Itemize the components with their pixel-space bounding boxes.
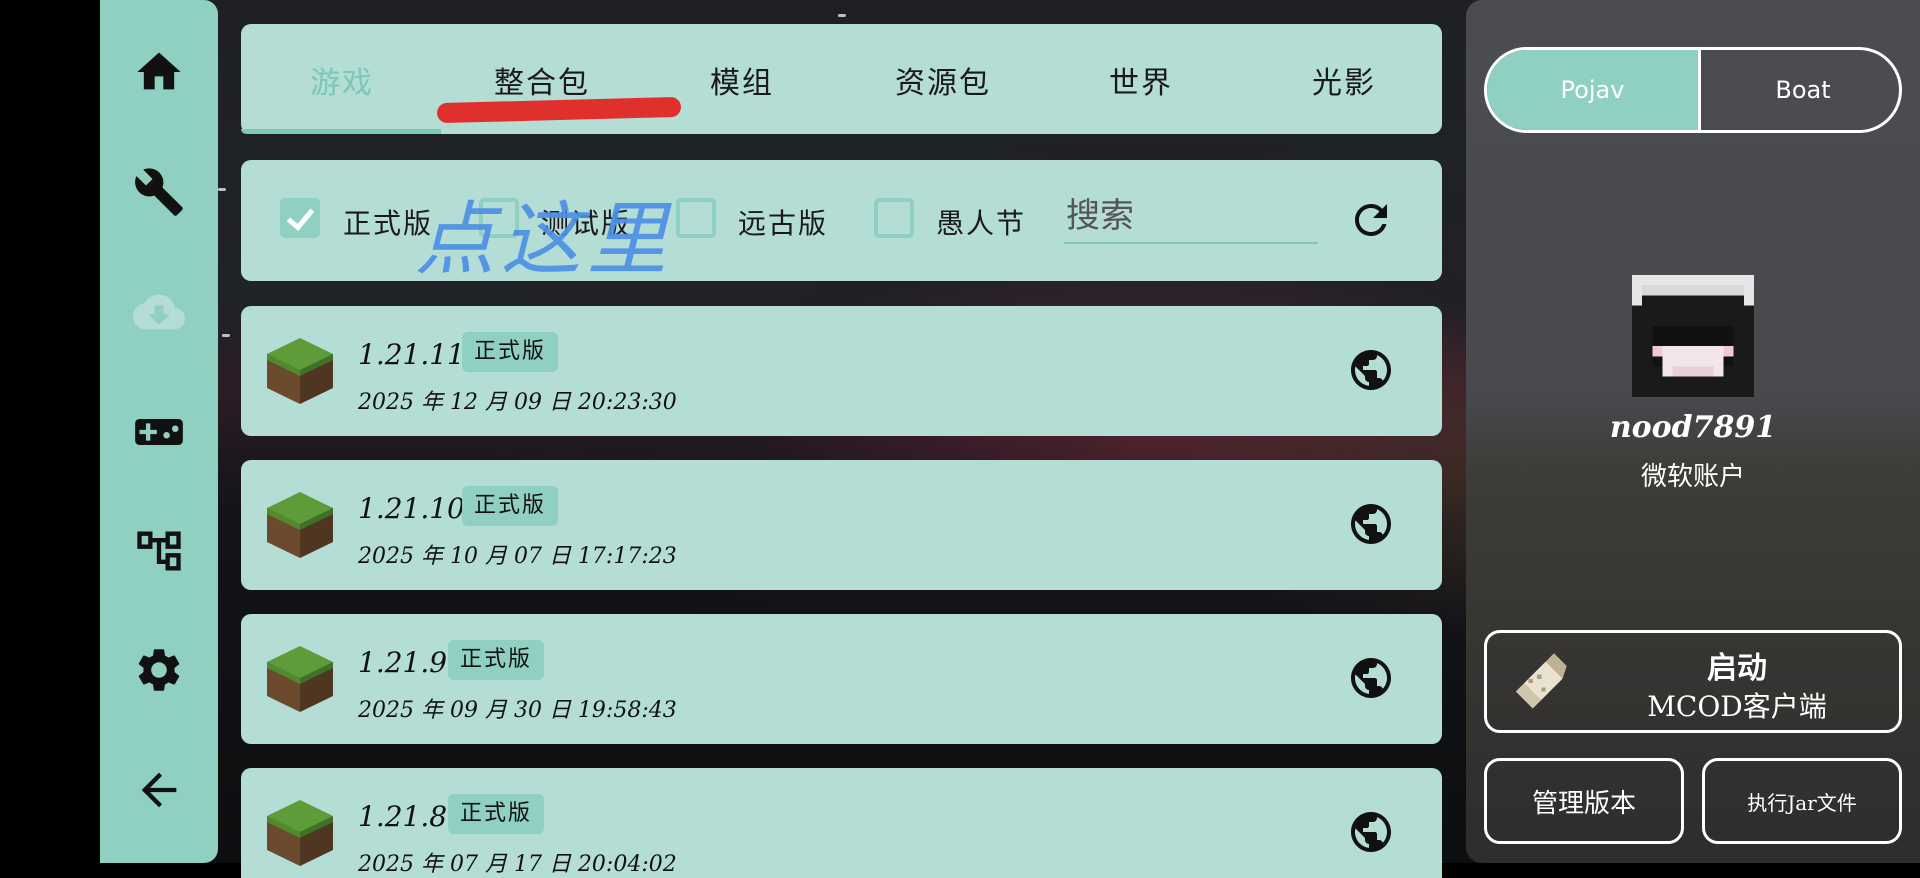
launch-button[interactable]: 启动 MCOD客户端 bbox=[1484, 630, 1902, 733]
release-date: 2025 年 09 月 30 日 19:58:43 bbox=[358, 698, 677, 723]
version-row[interactable]: 1.21.10 正式版 2025 年 10 月 07 日 17:17:23 bbox=[241, 460, 1442, 590]
tab-mods[interactable]: 模组 bbox=[710, 58, 774, 102]
snow-particle bbox=[218, 188, 226, 191]
globe-icon[interactable] bbox=[1347, 500, 1395, 548]
screen-edge bbox=[0, 0, 100, 863]
sidebar-item-home[interactable] bbox=[100, 32, 218, 112]
globe-icon[interactable] bbox=[1347, 346, 1395, 394]
globe-icon[interactable] bbox=[1347, 654, 1395, 702]
pojav-option[interactable]: Pojav bbox=[1487, 50, 1698, 130]
snapshot-checkbox[interactable] bbox=[479, 198, 519, 238]
cloud-download-icon bbox=[133, 294, 185, 330]
version-row[interactable]: 1.21.9 正式版 2025 年 09 月 30 日 19:58:43 bbox=[241, 614, 1442, 744]
avatar[interactable] bbox=[1632, 275, 1754, 397]
gamepad-icon bbox=[135, 419, 183, 445]
account-panel: Pojav Boat nood7891 微软账户 启动 MCOD客户端 管理版本… bbox=[1466, 0, 1920, 863]
run-jar-label: 执行Jar文件 bbox=[1747, 790, 1857, 815]
launch-title: 启动 bbox=[1707, 651, 1767, 686]
manage-versions-label: 管理版本 bbox=[1531, 788, 1636, 819]
manage-versions-button[interactable]: 管理版本 bbox=[1484, 758, 1684, 844]
grass-block-icon bbox=[267, 338, 333, 404]
username: nood7891 bbox=[1609, 410, 1777, 445]
boat-option[interactable]: Boat bbox=[1698, 50, 1899, 130]
april-fools-label: 愚人节 bbox=[936, 207, 1027, 240]
release-badge: 正式版 bbox=[448, 794, 545, 834]
release-badge: 正式版 bbox=[448, 640, 545, 680]
tab-games[interactable]: 游戏 bbox=[310, 58, 374, 102]
release-date: 2025 年 07 月 17 日 20:04:02 bbox=[358, 852, 677, 877]
version-name: 1.21.10 bbox=[358, 492, 465, 525]
version-row[interactable]: 1.21.11 正式版 2025 年 12 月 09 日 20:23:30 bbox=[241, 306, 1442, 436]
globe-icon[interactable] bbox=[1347, 808, 1395, 856]
active-tab-indicator bbox=[241, 129, 441, 134]
grass-block-icon bbox=[267, 492, 333, 558]
renderer-toggle: Pojav Boat bbox=[1484, 47, 1902, 133]
version-row[interactable]: 1.21.8 正式版 2025 年 07 月 17 日 20:04:02 bbox=[241, 768, 1442, 878]
paper-scroll-icon bbox=[1515, 653, 1567, 709]
snow-particle bbox=[838, 14, 846, 17]
tab-modpacks[interactable]: 整合包 bbox=[494, 58, 590, 102]
home-icon bbox=[137, 52, 181, 90]
version-name: 1.21.9 bbox=[358, 646, 448, 679]
april-fools-checkbox[interactable] bbox=[874, 198, 914, 238]
release-date: 2025 年 12 月 09 日 20:23:30 bbox=[358, 390, 677, 415]
sidebar-item-tools[interactable] bbox=[100, 152, 218, 232]
arrow-left-icon bbox=[141, 772, 177, 808]
release-badge: 正式版 bbox=[462, 332, 559, 372]
grass-block-icon bbox=[267, 646, 333, 712]
gear-icon bbox=[138, 649, 180, 691]
sidebar-item-structure[interactable] bbox=[100, 511, 218, 591]
version-name: 1.21.11 bbox=[358, 338, 465, 371]
hierarchy-icon bbox=[137, 531, 181, 571]
sidebar-item-settings[interactable] bbox=[100, 630, 218, 710]
sidebar bbox=[100, 0, 218, 863]
sidebar-item-back[interactable] bbox=[100, 750, 218, 830]
version-name: 1.21.8 bbox=[358, 800, 448, 833]
release-checkbox[interactable] bbox=[280, 198, 320, 238]
release-date: 2025 年 10 月 07 日 17:17:23 bbox=[358, 544, 677, 569]
snow-particle bbox=[222, 334, 230, 337]
wrench-icon bbox=[135, 168, 183, 216]
run-jar-button[interactable]: 执行Jar文件 bbox=[1702, 758, 1902, 844]
refresh-icon[interactable] bbox=[1347, 196, 1395, 244]
tab-resourcepacks[interactable]: 资源包 bbox=[895, 58, 991, 102]
account-type: 微软账户 bbox=[1640, 462, 1745, 492]
filter-bar: 正式版 测试版 远古版 愚人节 bbox=[241, 160, 1442, 281]
category-tabs: 游戏 整合包 模组 资源包 世界 光影 bbox=[241, 24, 1442, 134]
tab-shaders[interactable]: 光影 bbox=[1312, 58, 1376, 102]
tab-worlds[interactable]: 世界 bbox=[1109, 58, 1173, 102]
release-badge: 正式版 bbox=[462, 486, 559, 526]
old-label: 远古版 bbox=[738, 207, 829, 240]
snapshot-label: 测试版 bbox=[541, 207, 632, 240]
search-input[interactable] bbox=[1064, 190, 1318, 244]
grass-block-icon bbox=[267, 800, 333, 866]
sidebar-item-game[interactable] bbox=[100, 392, 218, 472]
launch-subtitle: MCOD客户端 bbox=[1647, 690, 1827, 723]
sidebar-item-download[interactable] bbox=[100, 272, 218, 352]
release-label: 正式版 bbox=[343, 207, 434, 240]
old-checkbox[interactable] bbox=[676, 198, 716, 238]
